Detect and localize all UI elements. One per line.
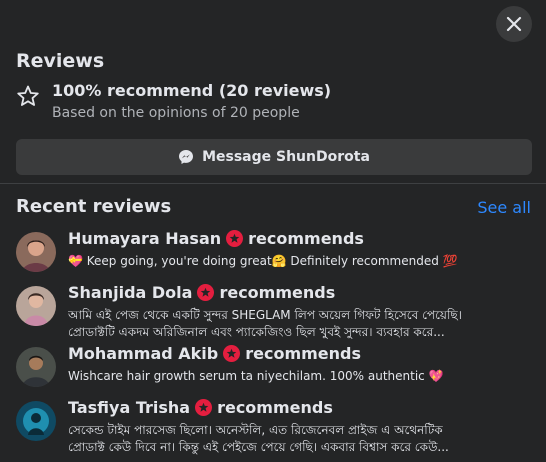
avatar[interactable] bbox=[16, 347, 56, 387]
recommends-label: recommends bbox=[217, 398, 333, 417]
review-line-2: প্রোডাক্ট কেউ দিবে না। কিন্তু এই পেইজে প… bbox=[68, 440, 449, 454]
recommend-badge-icon bbox=[195, 399, 213, 416]
reviews-title: Reviews bbox=[16, 50, 105, 72]
review-line-1: আমি এই পেজ থেকে একটি সুন্দর SHEGLAM লিপ … bbox=[68, 308, 462, 322]
recommends-label: recommends bbox=[245, 344, 362, 363]
review-text: সেকেন্ড টাইম পারসেজ ছিলো। অনেস্টলি, এত র… bbox=[68, 422, 534, 456]
based-on-text: Based on the opinions of 20 people bbox=[52, 105, 300, 121]
message-button-label: Message ShunDorota bbox=[202, 149, 370, 165]
review-line-2: প্রোডাক্টটি একদম অরিজিনাল এবং প্যাকেজিংও… bbox=[68, 325, 445, 339]
close-icon bbox=[506, 16, 522, 32]
recommend-badge-icon bbox=[223, 345, 241, 362]
star-icon bbox=[17, 85, 39, 106]
review-line-1: সেকেন্ড টাইম পারসেজ ছিলো। অনেস্টলি, এত র… bbox=[68, 423, 443, 437]
reviewer-name[interactable]: Tasfiya Trisha bbox=[68, 398, 190, 417]
reviews-panel: Reviews 100% recommend (20 reviews) Base… bbox=[0, 0, 546, 462]
see-all-link[interactable]: See all bbox=[477, 198, 531, 217]
recommend-summary: 100% recommend (20 reviews) bbox=[52, 81, 332, 100]
review-item[interactable]: Humayara Hasan recommends 💝 Keep going, … bbox=[0, 229, 546, 284]
reviewer-name[interactable]: Shanjida Dola bbox=[68, 283, 192, 302]
recommends-label: recommends bbox=[219, 283, 336, 302]
review-item[interactable]: Mohammad Akib recommends Wishcare hair g… bbox=[0, 344, 546, 399]
review-line-1: 💝 Keep going, you're doing great🤗 Defini… bbox=[68, 254, 458, 268]
review-text: Wishcare hair growth serum ta niyechilam… bbox=[68, 368, 534, 385]
review-line-1: Wishcare hair growth serum ta niyechilam… bbox=[68, 369, 444, 383]
review-text: আমি এই পেজ থেকে একটি সুন্দর SHEGLAM লিপ … bbox=[68, 307, 534, 341]
review-header: Humayara Hasan recommends bbox=[68, 229, 364, 248]
message-button[interactable]: Message ShunDorota bbox=[16, 139, 532, 175]
review-item[interactable]: Shanjida Dola recommends আমি এই পেজ থেকে… bbox=[0, 283, 546, 341]
close-button[interactable] bbox=[496, 6, 532, 42]
recommend-badge-icon bbox=[226, 230, 244, 247]
messenger-icon bbox=[179, 150, 194, 164]
recent-reviews-title: Recent reviews bbox=[16, 196, 172, 217]
review-header: Shanjida Dola recommends bbox=[68, 283, 335, 302]
recommend-badge-icon bbox=[197, 284, 215, 301]
review-text: 💝 Keep going, you're doing great🤗 Defini… bbox=[68, 253, 534, 270]
review-header: Mohammad Akib recommends bbox=[68, 344, 361, 363]
divider bbox=[0, 183, 546, 184]
reviewer-name[interactable]: Humayara Hasan bbox=[68, 229, 221, 248]
reviewer-name[interactable]: Mohammad Akib bbox=[68, 344, 218, 363]
avatar[interactable] bbox=[16, 286, 56, 326]
review-header: Tasfiya Trisha recommends bbox=[68, 398, 333, 417]
review-item[interactable]: Tasfiya Trisha recommends সেকেন্ড টাইম প… bbox=[0, 398, 546, 456]
avatar[interactable] bbox=[16, 232, 56, 272]
recommends-label: recommends bbox=[248, 229, 364, 248]
avatar[interactable] bbox=[16, 401, 56, 441]
